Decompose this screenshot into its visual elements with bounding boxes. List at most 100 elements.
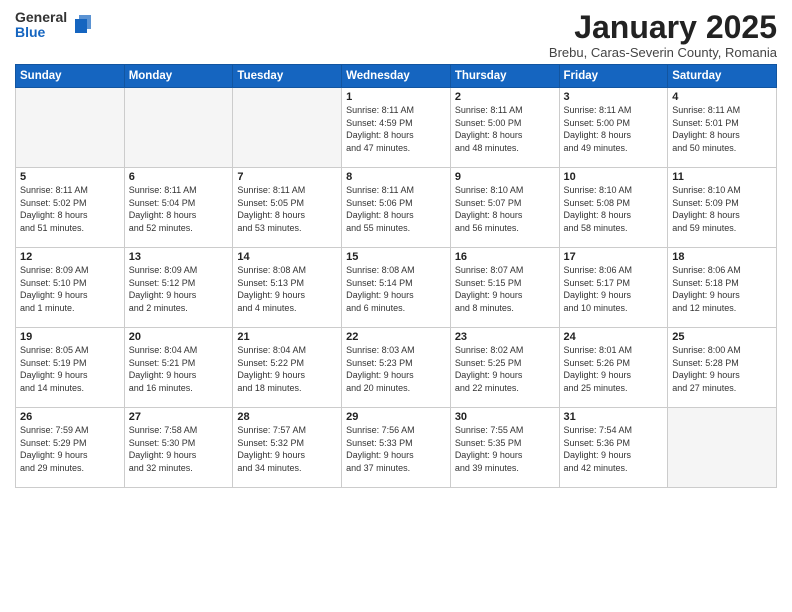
table-row: 9Sunrise: 8:10 AM Sunset: 5:07 PM Daylig… [450,168,559,248]
table-row [124,88,233,168]
table-row: 14Sunrise: 8:08 AM Sunset: 5:13 PM Dayli… [233,248,342,328]
day-number: 15 [346,251,446,263]
table-row: 20Sunrise: 8:04 AM Sunset: 5:21 PM Dayli… [124,328,233,408]
calendar-week-row: 5Sunrise: 8:11 AM Sunset: 5:02 PM Daylig… [16,168,777,248]
day-number: 6 [129,171,229,183]
day-number: 12 [20,251,120,263]
calendar-table: Sunday Monday Tuesday Wednesday Thursday… [15,64,777,488]
day-info: Sunrise: 7:56 AM Sunset: 5:33 PM Dayligh… [346,424,446,474]
day-info: Sunrise: 8:11 AM Sunset: 4:59 PM Dayligh… [346,104,446,154]
table-row: 25Sunrise: 8:00 AM Sunset: 5:28 PM Dayli… [668,328,777,408]
table-row: 17Sunrise: 8:06 AM Sunset: 5:17 PM Dayli… [559,248,668,328]
col-thursday: Thursday [450,65,559,88]
day-info: Sunrise: 7:58 AM Sunset: 5:30 PM Dayligh… [129,424,229,474]
table-row [668,408,777,488]
day-number: 11 [672,171,772,183]
page-container: General Blue January 2025 Brebu, Caras-S… [0,0,792,498]
calendar-week-row: 19Sunrise: 8:05 AM Sunset: 5:19 PM Dayli… [16,328,777,408]
calendar-week-row: 12Sunrise: 8:09 AM Sunset: 5:10 PM Dayli… [16,248,777,328]
table-row: 24Sunrise: 8:01 AM Sunset: 5:26 PM Dayli… [559,328,668,408]
day-info: Sunrise: 8:10 AM Sunset: 5:09 PM Dayligh… [672,184,772,234]
day-number: 17 [564,251,664,263]
table-row: 30Sunrise: 7:55 AM Sunset: 5:35 PM Dayli… [450,408,559,488]
day-number: 26 [20,411,120,423]
table-row: 27Sunrise: 7:58 AM Sunset: 5:30 PM Dayli… [124,408,233,488]
day-info: Sunrise: 8:11 AM Sunset: 5:00 PM Dayligh… [455,104,555,154]
table-row: 21Sunrise: 8:04 AM Sunset: 5:22 PM Dayli… [233,328,342,408]
day-info: Sunrise: 8:06 AM Sunset: 5:17 PM Dayligh… [564,264,664,314]
table-row: 11Sunrise: 8:10 AM Sunset: 5:09 PM Dayli… [668,168,777,248]
day-number: 2 [455,91,555,103]
day-number: 21 [237,331,337,343]
day-info: Sunrise: 8:04 AM Sunset: 5:21 PM Dayligh… [129,344,229,394]
table-row [16,88,125,168]
day-number: 19 [20,331,120,343]
col-monday: Monday [124,65,233,88]
day-number: 23 [455,331,555,343]
day-number: 16 [455,251,555,263]
day-info: Sunrise: 8:11 AM Sunset: 5:05 PM Dayligh… [237,184,337,234]
day-number: 10 [564,171,664,183]
day-number: 30 [455,411,555,423]
logo-icon [69,11,97,39]
day-info: Sunrise: 8:09 AM Sunset: 5:12 PM Dayligh… [129,264,229,314]
day-number: 14 [237,251,337,263]
logo-blue-text: Blue [15,25,67,40]
table-row: 12Sunrise: 8:09 AM Sunset: 5:10 PM Dayli… [16,248,125,328]
title-block: January 2025 Brebu, Caras-Severin County… [549,10,777,60]
col-friday: Friday [559,65,668,88]
table-row: 8Sunrise: 8:11 AM Sunset: 5:06 PM Daylig… [342,168,451,248]
table-row: 22Sunrise: 8:03 AM Sunset: 5:23 PM Dayli… [342,328,451,408]
day-number: 31 [564,411,664,423]
col-sunday: Sunday [16,65,125,88]
day-info: Sunrise: 8:11 AM Sunset: 5:02 PM Dayligh… [20,184,120,234]
day-info: Sunrise: 7:59 AM Sunset: 5:29 PM Dayligh… [20,424,120,474]
table-row [233,88,342,168]
day-number: 28 [237,411,337,423]
day-number: 24 [564,331,664,343]
calendar-subtitle: Brebu, Caras-Severin County, Romania [549,45,777,60]
table-row: 13Sunrise: 8:09 AM Sunset: 5:12 PM Dayli… [124,248,233,328]
calendar-title: January 2025 [549,10,777,45]
day-number: 5 [20,171,120,183]
day-info: Sunrise: 8:08 AM Sunset: 5:14 PM Dayligh… [346,264,446,314]
day-number: 29 [346,411,446,423]
day-info: Sunrise: 7:55 AM Sunset: 5:35 PM Dayligh… [455,424,555,474]
day-info: Sunrise: 7:54 AM Sunset: 5:36 PM Dayligh… [564,424,664,474]
day-info: Sunrise: 8:11 AM Sunset: 5:01 PM Dayligh… [672,104,772,154]
table-row: 5Sunrise: 8:11 AM Sunset: 5:02 PM Daylig… [16,168,125,248]
day-number: 4 [672,91,772,103]
day-number: 20 [129,331,229,343]
day-number: 13 [129,251,229,263]
day-info: Sunrise: 8:10 AM Sunset: 5:07 PM Dayligh… [455,184,555,234]
day-number: 22 [346,331,446,343]
table-row: 4Sunrise: 8:11 AM Sunset: 5:01 PM Daylig… [668,88,777,168]
day-info: Sunrise: 8:10 AM Sunset: 5:08 PM Dayligh… [564,184,664,234]
day-info: Sunrise: 8:03 AM Sunset: 5:23 PM Dayligh… [346,344,446,394]
table-row: 16Sunrise: 8:07 AM Sunset: 5:15 PM Dayli… [450,248,559,328]
logo-general-text: General [15,10,67,25]
table-row: 15Sunrise: 8:08 AM Sunset: 5:14 PM Dayli… [342,248,451,328]
table-row: 23Sunrise: 8:02 AM Sunset: 5:25 PM Dayli… [450,328,559,408]
day-info: Sunrise: 8:01 AM Sunset: 5:26 PM Dayligh… [564,344,664,394]
day-info: Sunrise: 8:04 AM Sunset: 5:22 PM Dayligh… [237,344,337,394]
header: General Blue January 2025 Brebu, Caras-S… [15,10,777,60]
calendar-week-row: 1Sunrise: 8:11 AM Sunset: 4:59 PM Daylig… [16,88,777,168]
calendar-header-row: Sunday Monday Tuesday Wednesday Thursday… [16,65,777,88]
table-row: 18Sunrise: 8:06 AM Sunset: 5:18 PM Dayli… [668,248,777,328]
day-info: Sunrise: 8:02 AM Sunset: 5:25 PM Dayligh… [455,344,555,394]
table-row: 31Sunrise: 7:54 AM Sunset: 5:36 PM Dayli… [559,408,668,488]
day-info: Sunrise: 8:11 AM Sunset: 5:00 PM Dayligh… [564,104,664,154]
day-number: 8 [346,171,446,183]
day-info: Sunrise: 8:11 AM Sunset: 5:06 PM Dayligh… [346,184,446,234]
day-number: 18 [672,251,772,263]
day-number: 7 [237,171,337,183]
day-info: Sunrise: 8:06 AM Sunset: 5:18 PM Dayligh… [672,264,772,314]
table-row: 2Sunrise: 8:11 AM Sunset: 5:00 PM Daylig… [450,88,559,168]
day-info: Sunrise: 8:11 AM Sunset: 5:04 PM Dayligh… [129,184,229,234]
logo: General Blue [15,10,97,41]
table-row: 7Sunrise: 8:11 AM Sunset: 5:05 PM Daylig… [233,168,342,248]
col-saturday: Saturday [668,65,777,88]
day-info: Sunrise: 8:00 AM Sunset: 5:28 PM Dayligh… [672,344,772,394]
col-tuesday: Tuesday [233,65,342,88]
